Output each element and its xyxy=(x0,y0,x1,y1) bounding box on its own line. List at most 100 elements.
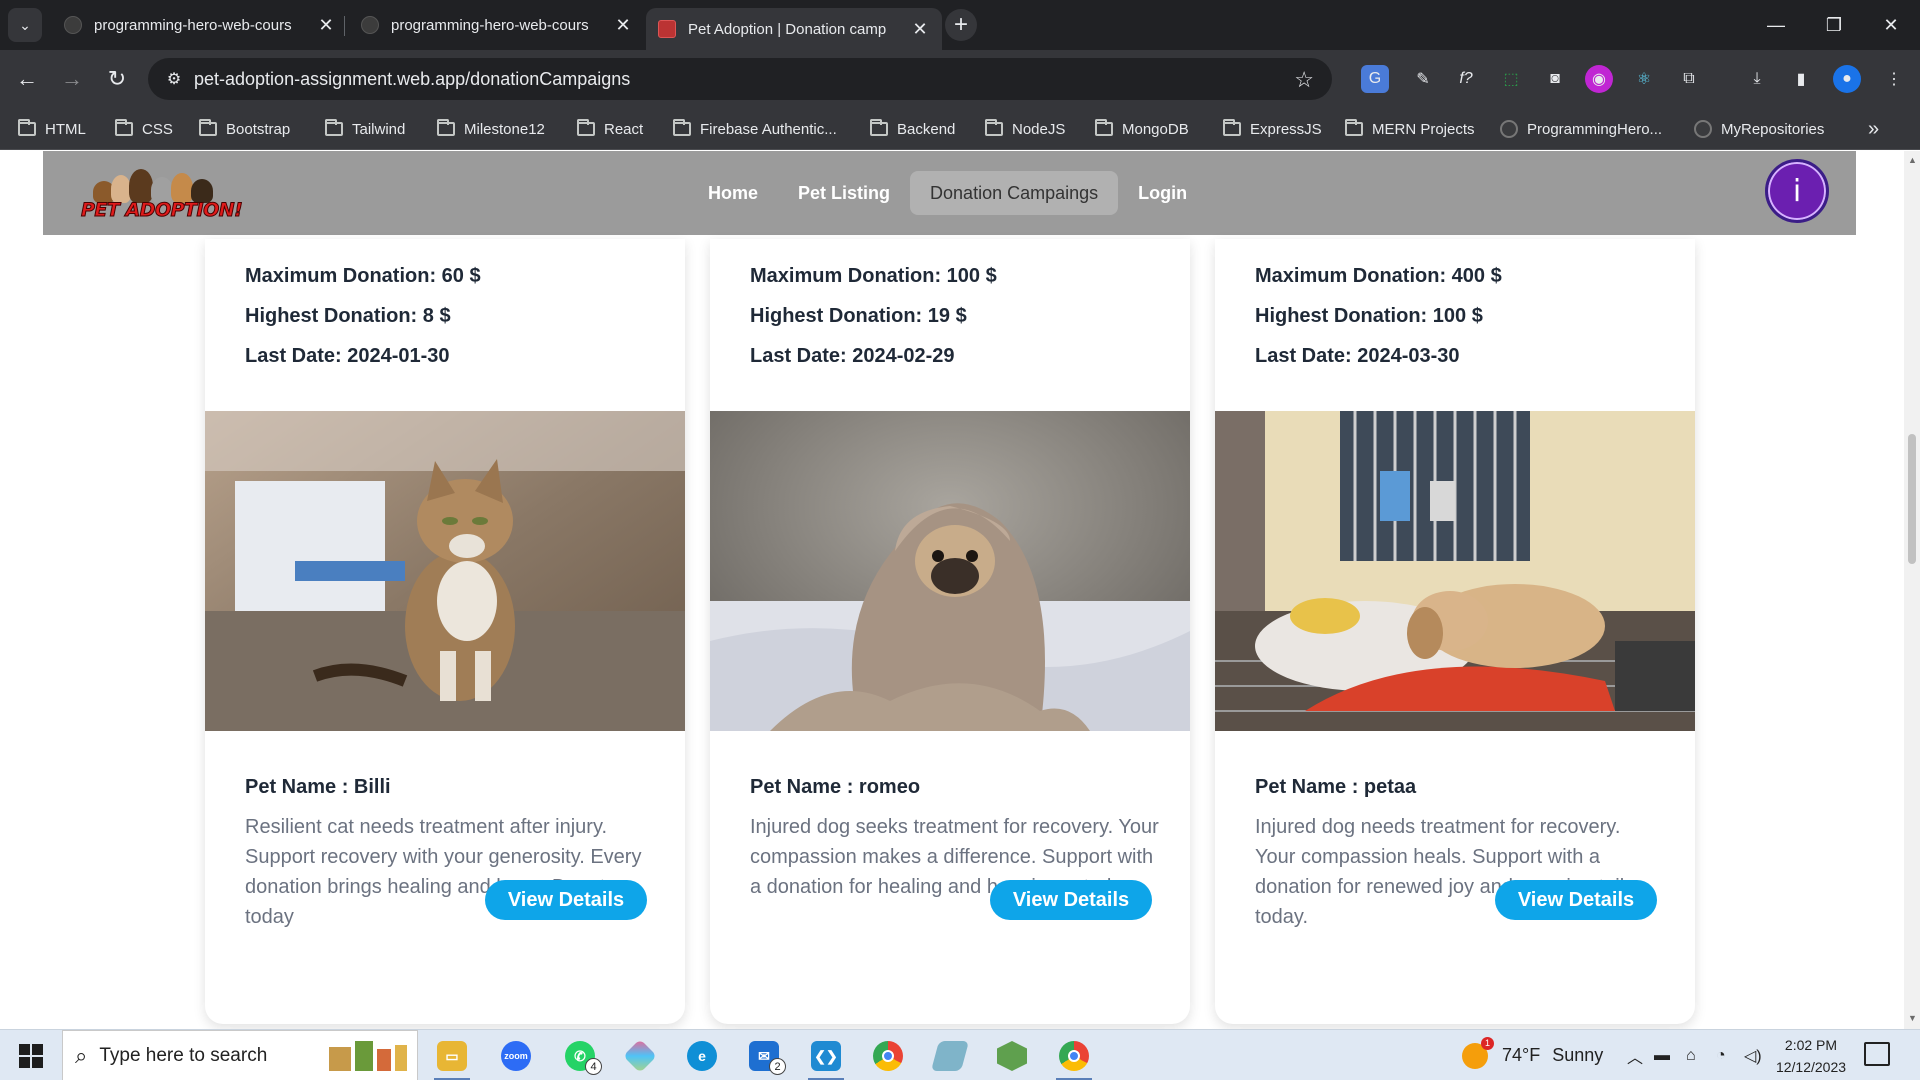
formula-extension-icon[interactable]: f? xyxy=(1452,65,1480,93)
scroll-down-arrow-icon[interactable]: ▼ xyxy=(1908,1013,1917,1023)
mail-icon[interactable]: ✉ 2 xyxy=(740,1037,788,1075)
system-clock[interactable]: 2:02 PM 12/12/2023 xyxy=(1772,1034,1850,1078)
scroll-thumb[interactable] xyxy=(1908,434,1916,564)
donation-info: Maximum Donation: 60 $ Highest Donation:… xyxy=(245,265,481,385)
bookmark-react[interactable]: React xyxy=(577,108,643,150)
browser-tab-active[interactable]: Pet Adoption | Donation camp ✕ xyxy=(646,8,942,50)
view-details-button[interactable]: View Details xyxy=(485,880,647,920)
back-arrow-icon[interactable]: ← xyxy=(10,62,44,96)
scroll-up-arrow-icon[interactable]: ▲ xyxy=(1908,155,1917,165)
vscode-icon[interactable]: ❮❯ xyxy=(802,1037,850,1080)
weather-widget[interactable]: 1 74°F Sunny xyxy=(1462,1030,1603,1080)
app-icon[interactable] xyxy=(926,1037,974,1075)
speaker-icon[interactable]: ◁) xyxy=(1744,1030,1762,1080)
battery-icon[interactable]: ▬ xyxy=(1654,1030,1670,1080)
bookmark-css[interactable]: CSS xyxy=(115,108,173,150)
google-translate-icon[interactable]: G xyxy=(1361,65,1389,93)
bookmark-nodejs[interactable]: NodeJS xyxy=(985,108,1065,150)
camera-icon[interactable]: ◙ xyxy=(1541,65,1569,93)
nav-login[interactable]: Login xyxy=(1118,171,1207,215)
page-scrollbar[interactable]: ▲ ▼ xyxy=(1904,151,1920,1029)
folder-icon xyxy=(1095,119,1113,136)
tab-search-button[interactable]: ⌄ xyxy=(8,8,42,42)
extensions-puzzle-icon[interactable]: ⧉ xyxy=(1675,65,1703,93)
nodejs-icon[interactable] xyxy=(988,1037,1036,1075)
bookmark-backend[interactable]: Backend xyxy=(870,108,955,150)
pug-blanket-photo xyxy=(710,411,1190,731)
url-text[interactable]: pet-adoption-assignment.web.app/donation… xyxy=(194,69,630,90)
browser-tab-1[interactable]: programming-hero-web-cours ✕ xyxy=(52,8,348,42)
windows-start-icon[interactable] xyxy=(10,1042,50,1070)
minimize-icon[interactable]: — xyxy=(1747,0,1805,50)
view-details-button[interactable]: View Details xyxy=(1495,880,1657,920)
bookmark-tailwind[interactable]: Tailwind xyxy=(325,108,405,150)
bookmark-label: Backend xyxy=(897,120,956,138)
restore-icon[interactable]: ❐ xyxy=(1805,0,1863,50)
more-menu-icon[interactable]: ⋮ xyxy=(1880,65,1908,93)
nav-pet-listing[interactable]: Pet Listing xyxy=(778,171,910,215)
bookmark-html[interactable]: HTML xyxy=(18,108,86,150)
bookmark-label: ProgrammingHero... xyxy=(1527,120,1663,138)
pet-adoption-logo[interactable]: PET ADOPTION! xyxy=(80,169,243,224)
chrome-icon[interactable] xyxy=(864,1037,912,1075)
bookmark-programminghero[interactable]: ProgrammingHero... xyxy=(1500,108,1662,150)
taskbar-search-box[interactable]: ⌕ Type here to search xyxy=(62,1030,418,1080)
github-icon xyxy=(1500,120,1518,138)
bookmark-label: Bootstrap xyxy=(226,120,291,138)
profile-avatar-icon[interactable]: ● xyxy=(1833,65,1861,93)
search-placeholder[interactable]: Type here to search xyxy=(99,1045,267,1067)
folder-icon xyxy=(870,119,888,136)
bookmark-mern-projects[interactable]: MERN Projects xyxy=(1345,108,1475,150)
last-date: Last Date: 2024-03-30 xyxy=(1255,345,1460,367)
close-tab-icon[interactable]: ✕ xyxy=(910,19,930,40)
donation-info: Maximum Donation: 400 $ Highest Donation… xyxy=(1255,265,1502,385)
bookmark-label: MongoDB xyxy=(1122,120,1189,138)
screenshot-extension-icon[interactable]: ⬚ xyxy=(1497,65,1525,93)
teams-app-icon[interactable] xyxy=(616,1037,664,1075)
bookmarks-overflow-icon[interactable]: » xyxy=(1868,108,1879,150)
github-icon xyxy=(1694,120,1712,138)
tab-title: programming-hero-web-cours xyxy=(94,16,292,34)
site-info-icon[interactable]: ⚙ xyxy=(154,69,194,89)
view-details-button[interactable]: View Details xyxy=(990,880,1152,920)
bookmark-expressjs[interactable]: ExpressJS xyxy=(1223,108,1322,150)
chrome-profile-icon[interactable] xyxy=(1050,1037,1098,1080)
close-tab-icon[interactable]: ✕ xyxy=(316,15,336,36)
folder-icon xyxy=(1345,119,1363,136)
browser-tab-2[interactable]: programming-hero-web-cours ✕ xyxy=(349,8,645,42)
reload-icon[interactable]: ↻ xyxy=(100,62,134,96)
new-tab-button[interactable]: + xyxy=(945,9,977,41)
wifi-icon[interactable]: ◔ xyxy=(1716,1030,1726,1080)
file-explorer-icon[interactable]: ▭ xyxy=(428,1037,476,1080)
side-panel-icon[interactable]: ▮ xyxy=(1787,65,1815,93)
whatsapp-icon[interactable]: ✆ 4 xyxy=(556,1037,604,1075)
zoom-icon[interactable]: zoom xyxy=(492,1037,540,1075)
browser-toolbar: ← → ↻ ⚙ pet-adoption-assignment.web.app/… xyxy=(0,50,1920,108)
extension-icon[interactable]: ✎ xyxy=(1409,65,1437,93)
forward-arrow-icon[interactable]: → xyxy=(55,62,89,96)
download-icon[interactable]: ⤓ xyxy=(1743,65,1771,93)
nav-home[interactable]: Home xyxy=(688,171,778,215)
user-avatar[interactable]: i xyxy=(1765,159,1829,223)
nav-donation-campaigns[interactable]: Donation Campaings xyxy=(910,171,1119,215)
edge-icon[interactable]: e xyxy=(678,1037,726,1075)
close-tab-icon[interactable]: ✕ xyxy=(613,15,633,36)
show-hidden-icons-icon[interactable]: ︿ xyxy=(1627,1030,1643,1080)
bookmark-firebase[interactable]: Firebase Authentic... xyxy=(673,108,837,150)
bookmark-label: NodeJS xyxy=(1012,120,1066,138)
bookmark-bootstrap[interactable]: Bootstrap xyxy=(199,108,290,150)
campaign-card: Maximum Donation: 60 $ Highest Donation:… xyxy=(205,239,685,1024)
sun-icon: 1 xyxy=(1462,1036,1494,1069)
notification-center-icon[interactable] xyxy=(1864,1042,1890,1066)
bookmark-myrepositories[interactable]: MyRepositories xyxy=(1694,108,1824,150)
close-window-icon[interactable]: ✕ xyxy=(1862,0,1920,50)
react-devtools-icon[interactable]: ⚛ xyxy=(1630,65,1658,93)
last-date: Last Date: 2024-02-29 xyxy=(750,345,955,367)
color-picker-icon[interactable]: ◉ xyxy=(1585,65,1613,93)
bookmark-mongodb[interactable]: MongoDB xyxy=(1095,108,1189,150)
usb-device-icon[interactable]: ⌂ xyxy=(1686,1030,1696,1080)
weather-alert-badge: 1 xyxy=(1481,1036,1494,1050)
address-bar[interactable]: ⚙ pet-adoption-assignment.web.app/donati… xyxy=(148,58,1332,100)
bookmark-star-icon[interactable]: ☆ xyxy=(1294,67,1314,93)
bookmark-milestone12[interactable]: Milestone12 xyxy=(437,108,545,150)
